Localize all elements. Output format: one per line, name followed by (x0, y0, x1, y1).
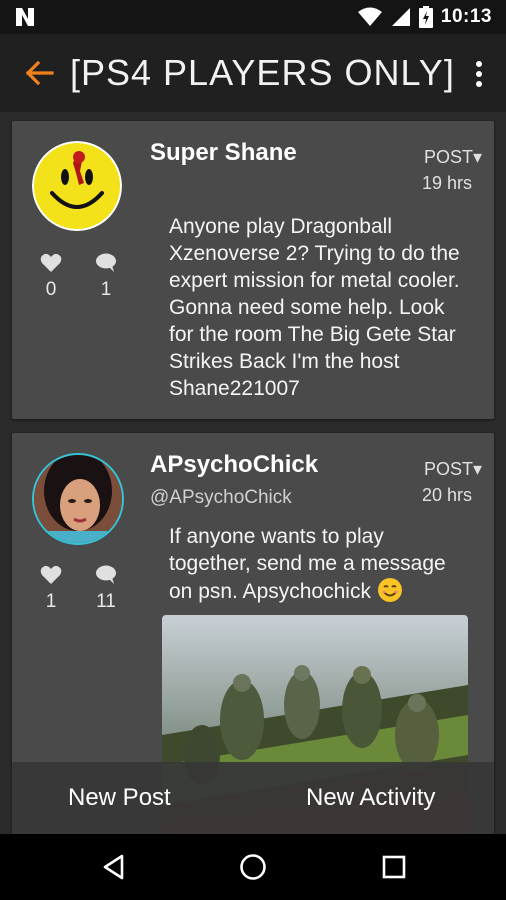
comment-icon (96, 565, 116, 584)
post-card[interactable]: 0 1 Super Shane POST▾ 19 hrs Anyone play… (12, 121, 494, 419)
comment-icon (96, 253, 116, 272)
post-time: 19 hrs (421, 173, 472, 193)
like-count: 1 (45, 591, 57, 612)
like-stat[interactable]: 1 (36, 565, 66, 613)
new-post-button[interactable]: New Post (68, 784, 171, 812)
post-dropdown[interactable]: POST▾ (424, 459, 482, 480)
action-bar: New Post New Activity (12, 762, 494, 834)
heart-icon (40, 253, 62, 272)
page-title: [PS4 PLAYERS ONLY] (70, 52, 455, 93)
comment-stat[interactable]: 11 (91, 565, 121, 613)
author-name[interactable]: APsychoChick (150, 451, 318, 479)
battery-icon (418, 6, 433, 28)
avatar[interactable] (32, 453, 124, 545)
like-stat[interactable]: 0 (36, 253, 66, 301)
comment-count: 1 (100, 279, 112, 300)
n-icon (16, 8, 34, 26)
feed: 0 1 Super Shane POST▾ 19 hrs Anyone play… (0, 112, 506, 834)
back-triangle-icon[interactable] (100, 853, 128, 881)
post-text: Anyone play Dragonball Xzenoverse 2? Try… (169, 215, 460, 400)
post-time: 20 hrs (421, 485, 472, 505)
home-circle-icon[interactable] (239, 853, 267, 881)
app-bar: [PS4 PLAYERS ONLY] (0, 34, 506, 112)
smiley-avatar-icon (32, 141, 122, 231)
smiling-emoji-icon (377, 578, 402, 602)
signal-icon (391, 8, 410, 26)
overflow-menu-icon[interactable] (470, 58, 488, 90)
recents-square-icon[interactable] (380, 853, 408, 881)
post-dropdown[interactable]: POST▾ (424, 147, 482, 168)
author-name[interactable]: Super Shane (150, 139, 297, 167)
clock: 10:13 (440, 6, 492, 27)
author-handle[interactable]: @APsychoChick (150, 487, 292, 509)
like-count: 0 (45, 279, 57, 300)
wifi-icon (357, 7, 382, 26)
comment-stat[interactable]: 1 (91, 253, 121, 301)
new-activity-button[interactable]: New Activity (306, 784, 435, 812)
arrow-back-icon[interactable] (22, 56, 56, 90)
post-text-wrap: If anyone wants to play together, send m… (169, 523, 468, 605)
comment-count: 11 (96, 591, 116, 612)
post-text: If anyone wants to play together, send m… (169, 525, 446, 603)
nav-bar (0, 834, 506, 900)
avatar[interactable] (32, 141, 122, 231)
heart-icon (40, 565, 62, 584)
profile-photo (34, 455, 122, 543)
status-bar: 10:13 (0, 0, 506, 34)
